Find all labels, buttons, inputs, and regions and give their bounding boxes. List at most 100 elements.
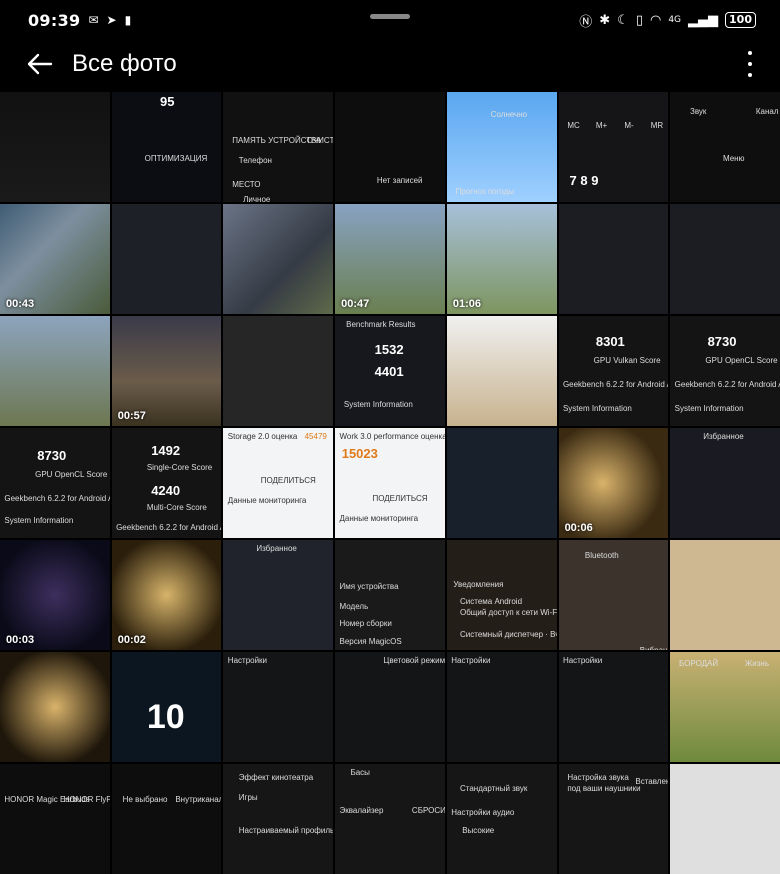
photo-thumbnail[interactable]: 8730 GPU OpenCL Score Geekbench 6.2.2 for … <box>670 316 780 426</box>
thumbnail-image <box>670 204 780 314</box>
photo-thumbnail[interactable]: Эффект кинотеатра Игры Настраиваемый профи… <box>223 764 334 874</box>
thumbnail-text: Настраиваемый профиль <box>238 825 334 835</box>
photo-thumbnail[interactable]: Избранное <box>223 540 334 650</box>
do-not-disturb-icon: ☾ <box>617 12 629 28</box>
video-thumbnail[interactable]: 00:47 <box>335 204 445 314</box>
photo-thumbnail[interactable] <box>558 204 669 314</box>
photo-thumbnail[interactable]: Настройки <box>446 652 557 762</box>
thumbnail-text: HONOR FlyPods Lite <box>63 794 110 804</box>
photo-thumbnail[interactable] <box>670 764 780 874</box>
thumbnail-text: Внутриканальные <box>175 794 222 804</box>
thumbnail-image <box>223 652 334 762</box>
photo-thumbnail[interactable]: Стандартный звук Настройки аудио Высокие <box>446 764 557 874</box>
video-thumbnail[interactable]: 00:57 <box>111 316 222 426</box>
photo-thumbnail[interactable]: БОРОДАЙ Жизнь <box>670 652 780 762</box>
thumbnail-text: Уведомления <box>453 579 504 589</box>
messenger-notification-icon: ✉ <box>88 13 99 27</box>
network-type: 4G <box>668 15 682 25</box>
photo-thumbnail[interactable]: 1492 Single-Core Score 4240 Multi-Core Scor… <box>111 428 222 538</box>
thumbnail-text: Нет записей <box>376 175 423 185</box>
photo-thumbnail[interactable]: Benchmark Results 1532 4401 System Informat… <box>335 316 445 426</box>
thumbnail-text: Geekbench 6.2.2 for Android AArch64 <box>116 522 221 532</box>
photo-thumbnail[interactable]: Избранное <box>670 428 780 538</box>
thumbnail-text: 8730 <box>707 333 737 349</box>
video-thumbnail[interactable]: 00:03 <box>0 540 110 650</box>
thumbnail-image <box>335 764 445 874</box>
thumbnail-text: Вибрация <box>640 646 669 650</box>
bluetooth-icon: ✱ <box>599 12 611 28</box>
page-title: Все фото <box>72 50 177 77</box>
thumbnail-text: M- <box>624 120 634 130</box>
photo-thumbnail[interactable] <box>223 204 334 314</box>
thumbnail-text: System Information <box>562 404 632 413</box>
thumbnail-text: System Information <box>674 404 744 413</box>
drag-handle[interactable] <box>370 14 410 19</box>
photo-thumbnail[interactable]: Work 3.0 performance оценка 15023 ПОДЕЛИТЬ… <box>335 428 445 538</box>
thumbnail-text: Storage 2.0 оценка <box>227 432 298 442</box>
photo-thumbnail[interactable] <box>0 652 110 762</box>
photo-thumbnail[interactable] <box>446 428 557 538</box>
photo-thumbnail[interactable]: Имя устройства Модель Номер сборки Версия M… <box>335 540 445 650</box>
notification-icon: ▮ <box>124 13 132 27</box>
photo-thumbnail[interactable] <box>111 204 222 314</box>
thumbnail-text: Система Android <box>460 597 523 607</box>
thumbnail-text: ПОДЕЛИТЬСЯ <box>260 476 316 486</box>
photo-thumbnail[interactable]: Звук Канал Меню <box>670 92 780 202</box>
photo-thumbnail[interactable]: Storage 2.0 оценка 45479 ПОДЕЛИТЬСЯ Данные … <box>223 428 334 538</box>
photo-thumbnail[interactable] <box>670 204 780 314</box>
thumbnail-text: Настройки <box>227 656 268 666</box>
thumbnail-image <box>446 652 557 762</box>
back-button[interactable] <box>18 42 62 86</box>
vibrate-icon: ▯ <box>635 12 643 28</box>
photo-thumbnail[interactable]: Цветовой режим и температура <box>335 652 445 762</box>
video-thumbnail[interactable]: 01:06 <box>446 204 557 314</box>
thumbnail-text: 7 8 9 <box>569 173 599 189</box>
photo-thumbnail[interactable]: Уведомления Система Android Общий доступ к… <box>446 540 557 650</box>
photo-thumbnail[interactable]: Нет записей <box>335 92 445 202</box>
video-thumbnail[interactable]: 00:43 <box>0 204 110 314</box>
thumbnail-text: Стандартный звук <box>460 783 528 793</box>
thumbnail-text: 10 <box>146 698 185 737</box>
photo-thumbnail[interactable]: HONOR Magic EarbudsHONOR FlyPods Lite <box>0 764 110 874</box>
thumbnail-text: Имя устройства <box>339 581 399 591</box>
video-duration: 01:06 <box>452 298 481 310</box>
photo-thumbnail[interactable] <box>0 92 110 202</box>
thumbnail-image <box>670 540 780 650</box>
photo-thumbnail[interactable]: Солнечно Прогноз погоды <box>446 92 557 202</box>
thumbnail-text: Multi-Core Score <box>146 502 207 512</box>
wifi-icon: ◠ <box>649 12 662 28</box>
thumbnail-text: Geekbench 6.2.2 for Android AArch64 <box>562 379 668 389</box>
thumbnail-image <box>558 652 669 762</box>
thumbnail-text: БОРОДАЙ <box>679 658 719 668</box>
photo-thumbnail[interactable] <box>670 540 780 650</box>
thumbnail-text: под ваши наушники <box>567 783 641 793</box>
more-options-button[interactable] <box>740 48 760 80</box>
photo-thumbnail[interactable]: Басы Эквалайзер СБРОСИТЬ <box>335 764 445 874</box>
thumbnail-text: Модель <box>339 601 369 611</box>
status-bar: 09:39 ✉ ➤ ▮ Ⓝ ✱ ☾ ▯ ◠ 4G ▂▄▆ 100 <box>0 0 780 40</box>
app-bar: Все фото <box>0 40 780 88</box>
photo-thumbnail[interactable]: Настройки <box>558 652 669 762</box>
thumbnail-text: Эффект кинотеатра <box>238 772 314 782</box>
photo-thumbnail[interactable]: 8730 GPU OpenCL Score Geekbench 6.2.2 for … <box>0 428 110 538</box>
thumbnail-text: Single-Core Score <box>146 463 213 473</box>
video-thumbnail[interactable]: 00:06 <box>558 428 669 538</box>
photo-thumbnail[interactable] <box>0 316 110 426</box>
photo-thumbnail[interactable]: MC M+ M- MR 7 8 9 <box>558 92 669 202</box>
more-vert-icon <box>748 51 752 56</box>
photo-thumbnail[interactable]: 8301 GPU Vulkan Score Geekbench 6.2.2 for … <box>558 316 669 426</box>
photo-thumbnail[interactable]: Настройки <box>223 652 334 762</box>
photo-thumbnail[interactable]: Настройка звука под ваши наушники Вставлен… <box>558 764 669 874</box>
thumbnail-image <box>446 764 557 874</box>
photo-thumbnail[interactable] <box>223 316 334 426</box>
photo-thumbnail[interactable]: ПАМЯТЬ УСТРОЙСТВАОЧИСТКАТелефонМЕСТОЛичн… <box>223 92 334 202</box>
video-thumbnail[interactable]: 00:02 <box>111 540 222 650</box>
photo-thumbnail[interactable]: Не выбрано Внутриканальные <box>111 764 222 874</box>
thumbnail-image <box>0 92 110 202</box>
thumbnail-text: 1532 <box>374 342 404 358</box>
photo-thumbnail[interactable]: Bluetooth Вибрация <box>558 540 669 650</box>
photo-thumbnail[interactable] <box>446 316 557 426</box>
photo-thumbnail[interactable]: 10 <box>111 652 222 762</box>
photo-thumbnail[interactable]: 95 ОПТИМИЗАЦИЯ <box>111 92 222 202</box>
thumbnail-text: Bluetooth <box>584 551 619 560</box>
